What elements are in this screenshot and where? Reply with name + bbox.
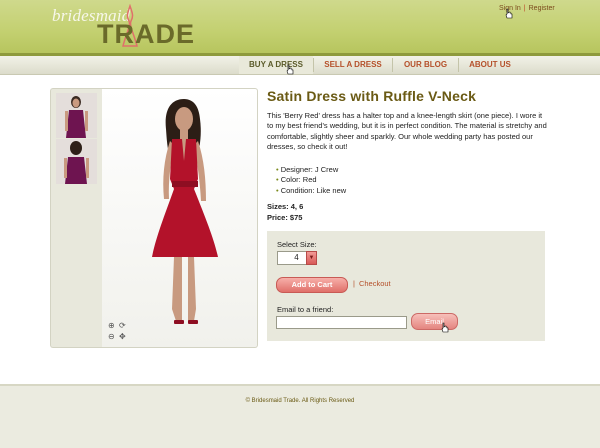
nav-about-us[interactable]: ABOUT US	[459, 56, 521, 74]
spec-designer: Designer: J Crew	[276, 165, 346, 175]
select-size-label: Select Size:	[277, 240, 317, 249]
logo-text-bottom[interactable]: TRADE	[97, 19, 195, 50]
zoom-tools: ⊕ ⟳ ⊖ ✥	[108, 321, 130, 343]
spec-color: Color: Red	[276, 175, 346, 185]
product-description: This 'Berry Red' dress has a halter top …	[267, 111, 547, 151]
thumbnail-strip	[50, 88, 103, 348]
site-header: bridesmaid TRADE Sign In | Register	[0, 0, 600, 53]
add-to-cart-button[interactable]: Add to Cart	[276, 277, 348, 293]
hand-cursor-icon	[286, 64, 294, 75]
product-title: Satin Dress with Ruffle V-Neck	[267, 88, 477, 104]
register-link[interactable]: Register	[529, 5, 555, 12]
zoom-in-icon[interactable]: ⊕	[108, 321, 115, 330]
product-size-price: Sizes: 4, 6 Price: $75	[267, 202, 303, 223]
thumbnail-back[interactable]	[56, 139, 97, 184]
email-button[interactable]: Email	[411, 313, 458, 330]
product-main-image[interactable]: ⊕ ⟳ ⊖ ✥	[102, 88, 258, 348]
purchase-panel: Select Size: 4 ▼ Add to Cart Checkout Em…	[267, 231, 545, 341]
hand-cursor-icon	[441, 322, 449, 333]
size-select-arrow-icon[interactable]: ▼	[306, 251, 317, 265]
spec-condition: Condition: Like new	[276, 186, 346, 196]
email-friend-input[interactable]	[276, 316, 407, 329]
email-friend-label: Email to a friend:	[277, 305, 334, 314]
footer-copyright: © Bridesmaid Trade. All Rights Reserved	[245, 398, 355, 404]
thumbnail-front[interactable]	[56, 93, 97, 138]
nav-our-blog[interactable]: OUR BLOG	[393, 56, 458, 74]
rotate-icon[interactable]: ⟳	[119, 321, 126, 330]
hand-cursor-icon	[505, 8, 513, 19]
main-nav: BUY A DRESS SELL A DRESS OUR BLOG ABOUT …	[0, 56, 600, 75]
model-in-dress-image	[152, 99, 218, 324]
nav-buy-a-dress[interactable]: BUY A DRESS	[239, 56, 313, 74]
nav-sell-a-dress[interactable]: SELL A DRESS	[314, 56, 392, 74]
product-specs: Designer: J Crew Color: Red Condition: L…	[276, 165, 346, 196]
checkout-link[interactable]: Checkout	[353, 279, 391, 288]
product-sizes: Sizes: 4, 6	[267, 202, 304, 211]
site-footer: © Bridesmaid Trade. All Rights Reserved	[0, 386, 600, 448]
auth-separator: |	[523, 5, 526, 12]
product-price: Price: $75	[267, 212, 303, 222]
pan-icon[interactable]: ✥	[119, 332, 126, 341]
zoom-out-icon[interactable]: ⊖	[108, 332, 115, 341]
